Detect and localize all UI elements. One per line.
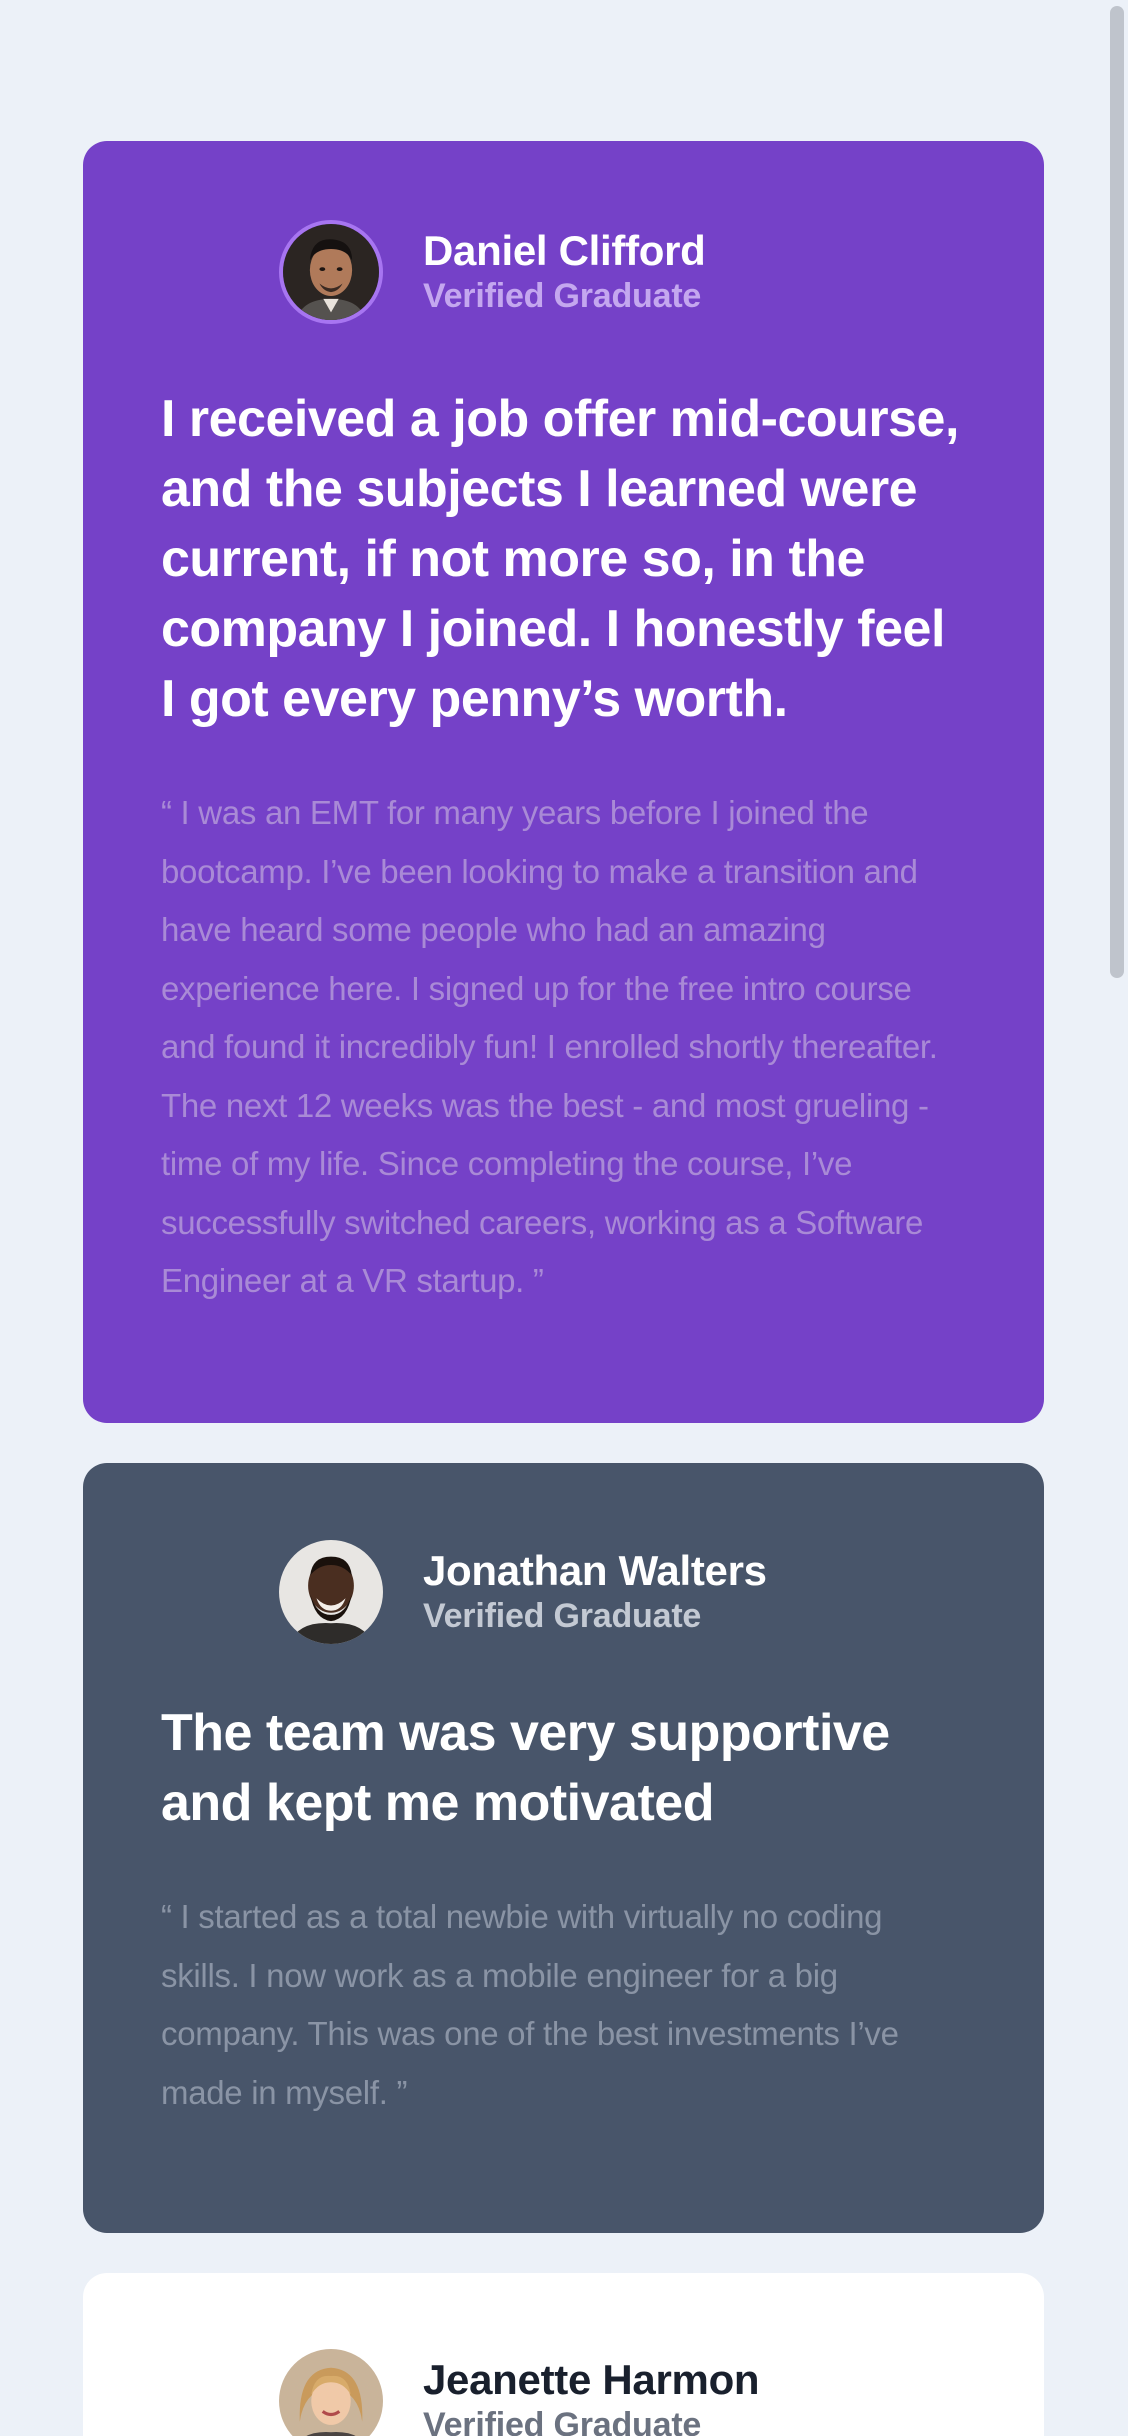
avatar [279, 220, 383, 324]
testimonial-headline: I received a job offer mid-course, and t… [161, 390, 959, 728]
scrollbar-thumb[interactable] [1110, 6, 1124, 978]
testimonial-header: Jeanette Harmon Verified Graduate [161, 2273, 966, 2436]
testimonial-header: Jonathan Walters Verified Graduate [161, 1463, 966, 1644]
author-name: Jonathan Walters [423, 1547, 767, 1594]
author-info: Jeanette Harmon Verified Graduate [423, 2356, 760, 2436]
avatar-portrait-jonathan-icon [279, 1540, 383, 1644]
author-role: Verified Graduate [423, 2406, 702, 2436]
author-name: Daniel Clifford [423, 227, 706, 274]
author-info: Daniel Clifford Verified Graduate [423, 227, 706, 317]
testimonials-page: Daniel Clifford Verified Graduate I rece… [0, 0, 1128, 2436]
avatar-portrait-daniel-icon [283, 224, 379, 320]
avatar [279, 2349, 383, 2436]
author-name: Jeanette Harmon [423, 2356, 760, 2403]
author-info: Jonathan Walters Verified Graduate [423, 1547, 767, 1637]
testimonial-header: Daniel Clifford Verified Graduate [161, 141, 966, 324]
avatar [279, 1540, 383, 1644]
testimonial-card-jeanette: Jeanette Harmon Verified Graduate [83, 2273, 1044, 2436]
author-role: Verified Graduate [423, 1597, 702, 1635]
testimonial-card-jonathan: Jonathan Walters Verified Graduate The t… [83, 1463, 1044, 2233]
testimonial-quote: “ I was an EMT for many years before I j… [161, 794, 938, 1299]
avatar-portrait-jeanette-icon [279, 2349, 383, 2436]
author-role: Verified Graduate [423, 277, 702, 315]
testimonial-card-daniel: Daniel Clifford Verified Graduate I rece… [83, 141, 1044, 1423]
testimonial-headline: The team was very supportive and kept me… [161, 1704, 890, 1832]
vertical-scrollbar[interactable] [1108, 0, 1128, 2436]
testimonial-quote: “ I started as a total newbie with virtu… [161, 1898, 899, 2111]
